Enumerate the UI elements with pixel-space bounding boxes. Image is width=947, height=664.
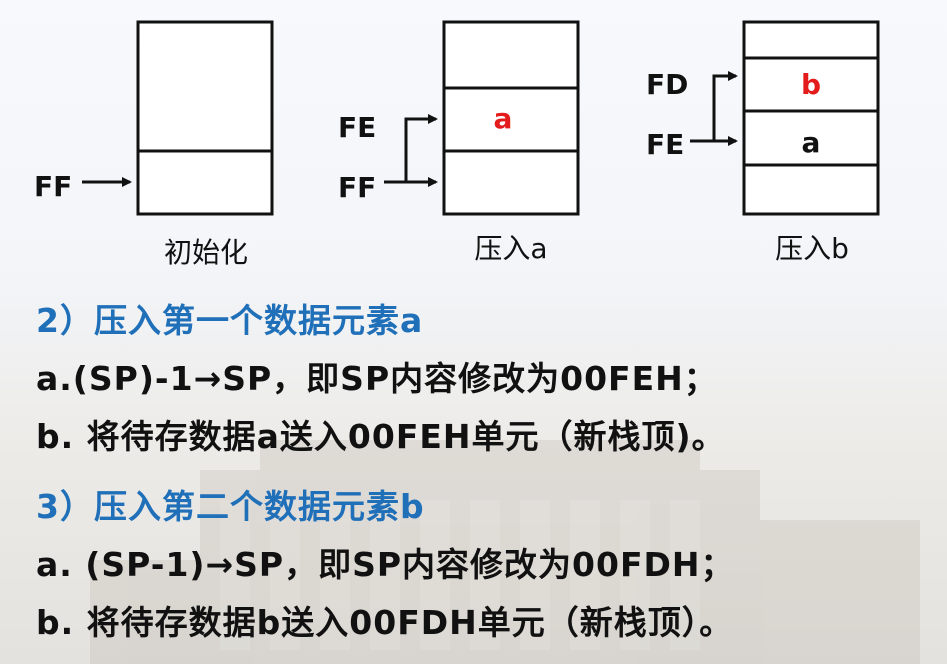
pointer-label-fe: FE [646, 128, 684, 161]
stack-box [136, 20, 274, 216]
step3-line-a: a. (SP-1)→SP，即SP内容修改为00FDH； [36, 545, 735, 584]
cell-value-a: a [494, 102, 513, 135]
stack-stage-push-b: b a FD FE 压入b [646, 20, 880, 265]
explanation-text: 2）压入第一个数据元素a a.(SP)-1→SP，即SP内容修改为00FEH； … [36, 292, 936, 652]
step3-heading: 3）压入第二个数据元素b [36, 487, 425, 526]
stage-caption-push-a: 压入a [474, 232, 547, 265]
step2-heading: 2）压入第一个数据元素a [36, 301, 424, 340]
stage-caption-init: 初始化 [164, 236, 248, 269]
step3-line-b: b. 将待存数据b送入00FDH单元（新栈顶）。 [36, 603, 734, 642]
cell-value-a: a [802, 126, 821, 159]
pointer-label-ff: FF [34, 170, 72, 203]
stack-stage-push-a: a FE FF 压入a [338, 20, 580, 265]
bent-arrow-icon [404, 114, 438, 182]
pointer-label-fe: FE [338, 111, 376, 144]
pointer-label-fd: FD [646, 68, 688, 101]
step2-line-b: b. 将待存数据a送入00FEH单元（新栈顶)。 [36, 417, 726, 456]
pointer-label-ff: FF [338, 171, 376, 204]
bent-arrow-icon [712, 71, 738, 141]
stack-box [742, 20, 880, 216]
stack-diagram: FF 初始化 a FE FF 压入a b a FD FE 压入b [34, 20, 880, 269]
step2-line-a: a.(SP)-1→SP，即SP内容修改为00FEH； [36, 359, 718, 398]
stage-caption-push-b: 压入b [775, 232, 849, 265]
stack-stage-init: FF 初始化 [34, 20, 274, 269]
cell-value-b: b [801, 68, 821, 101]
